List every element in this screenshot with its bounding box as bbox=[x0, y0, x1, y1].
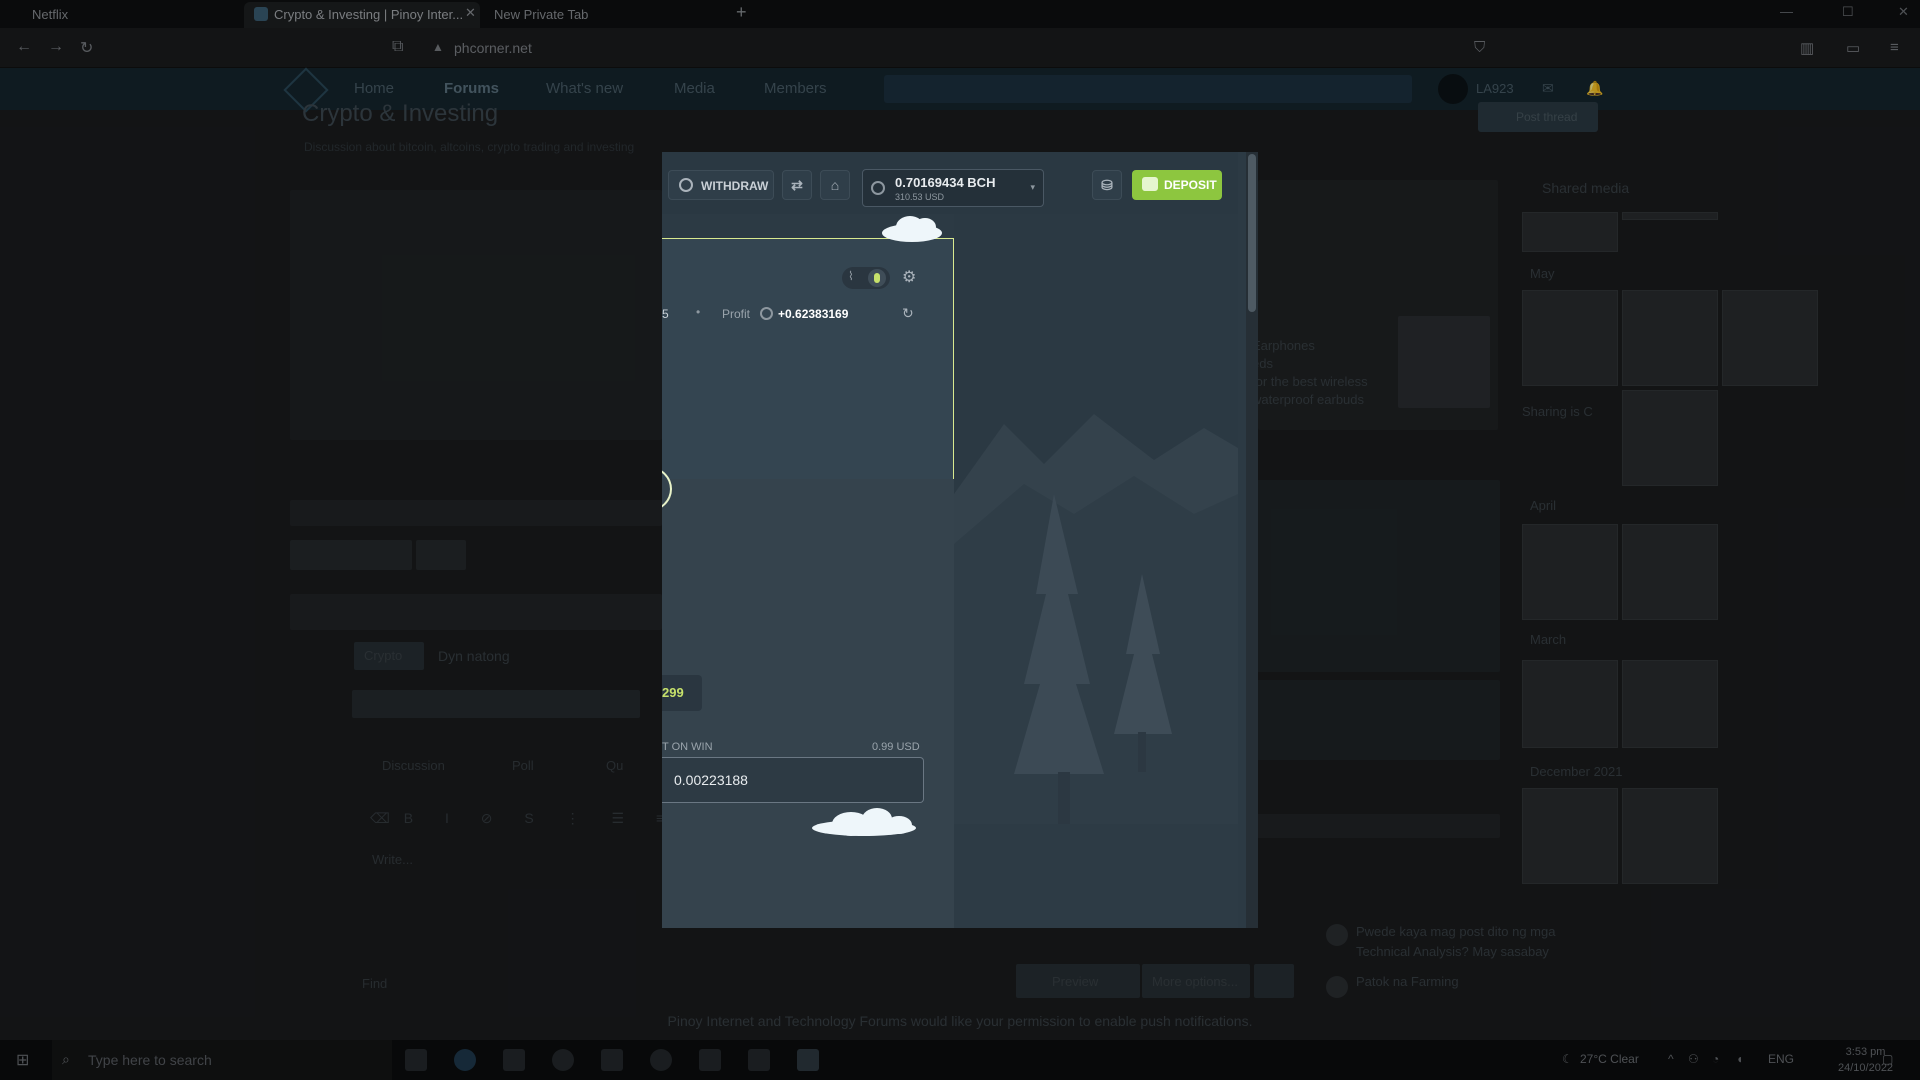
partial-value-chip[interactable]: 299 bbox=[662, 675, 702, 711]
stat-partial: 5 bbox=[662, 307, 669, 321]
balance-usd: 310.53 USD bbox=[895, 192, 945, 202]
mountain-trees-illustration bbox=[954, 414, 1238, 928]
game-panel: ⌇ ⚙ 5 • Profit +0.62383169 ↻ 299 T ON WI… bbox=[662, 238, 954, 928]
bch-coin-icon bbox=[871, 181, 885, 195]
panel-lower bbox=[662, 479, 954, 928]
casino-modal: WITHDRAW ⇄ ⌂ 0.70169434 BCH 310.53 USD ▾… bbox=[662, 152, 1258, 928]
vault-button[interactable]: ⌂ bbox=[820, 170, 850, 200]
profit-label: Profit bbox=[722, 307, 751, 321]
chart-icon: ⌇ bbox=[848, 269, 854, 283]
profit-value: +0.62383169 bbox=[778, 307, 849, 321]
view-toggle[interactable]: ⌇ bbox=[842, 267, 890, 289]
deposit-button[interactable]: DEPOSIT bbox=[1132, 170, 1222, 200]
toggle-knob bbox=[868, 269, 886, 287]
deposit-label: DEPOSIT bbox=[1164, 178, 1217, 192]
wallet-icon bbox=[1142, 177, 1158, 191]
on-win-amount-input[interactable] bbox=[662, 757, 924, 803]
on-win-label: T ON WIN bbox=[662, 741, 713, 753]
bank-icon: ⌂ bbox=[830, 177, 840, 193]
separator-dot: • bbox=[696, 305, 701, 319]
gear-icon[interactable]: ⚙ bbox=[902, 267, 916, 287]
balance-amount: 0.70169434 BCH bbox=[895, 175, 996, 190]
swap-button[interactable]: ⇄ bbox=[782, 170, 812, 200]
chevron-down-icon: ▾ bbox=[1030, 182, 1035, 192]
currency-button[interactable]: ⛁ bbox=[1092, 170, 1122, 200]
withdraw-icon bbox=[679, 178, 693, 192]
balance-selector[interactable]: 0.70169434 BCH 310.53 USD ▾ bbox=[862, 169, 1044, 207]
winter-scene bbox=[954, 214, 1238, 928]
modal-scrollbar-thumb[interactable] bbox=[1248, 154, 1256, 312]
on-win-usd: 0.99 USD bbox=[872, 741, 920, 753]
swap-icon: ⇄ bbox=[791, 177, 803, 193]
bch-coin-icon bbox=[760, 307, 773, 320]
wallet-bar: WITHDRAW ⇄ ⌂ 0.70169434 BCH 310.53 USD ▾… bbox=[662, 152, 1238, 214]
withdraw-label: WITHDRAW bbox=[701, 179, 769, 193]
stats-row: 5 • Profit +0.62383169 bbox=[662, 305, 848, 321]
coins-icon: ⛁ bbox=[1101, 177, 1113, 193]
withdraw-button[interactable]: WITHDRAW bbox=[668, 170, 774, 200]
refresh-icon[interactable]: ↻ bbox=[902, 305, 914, 322]
